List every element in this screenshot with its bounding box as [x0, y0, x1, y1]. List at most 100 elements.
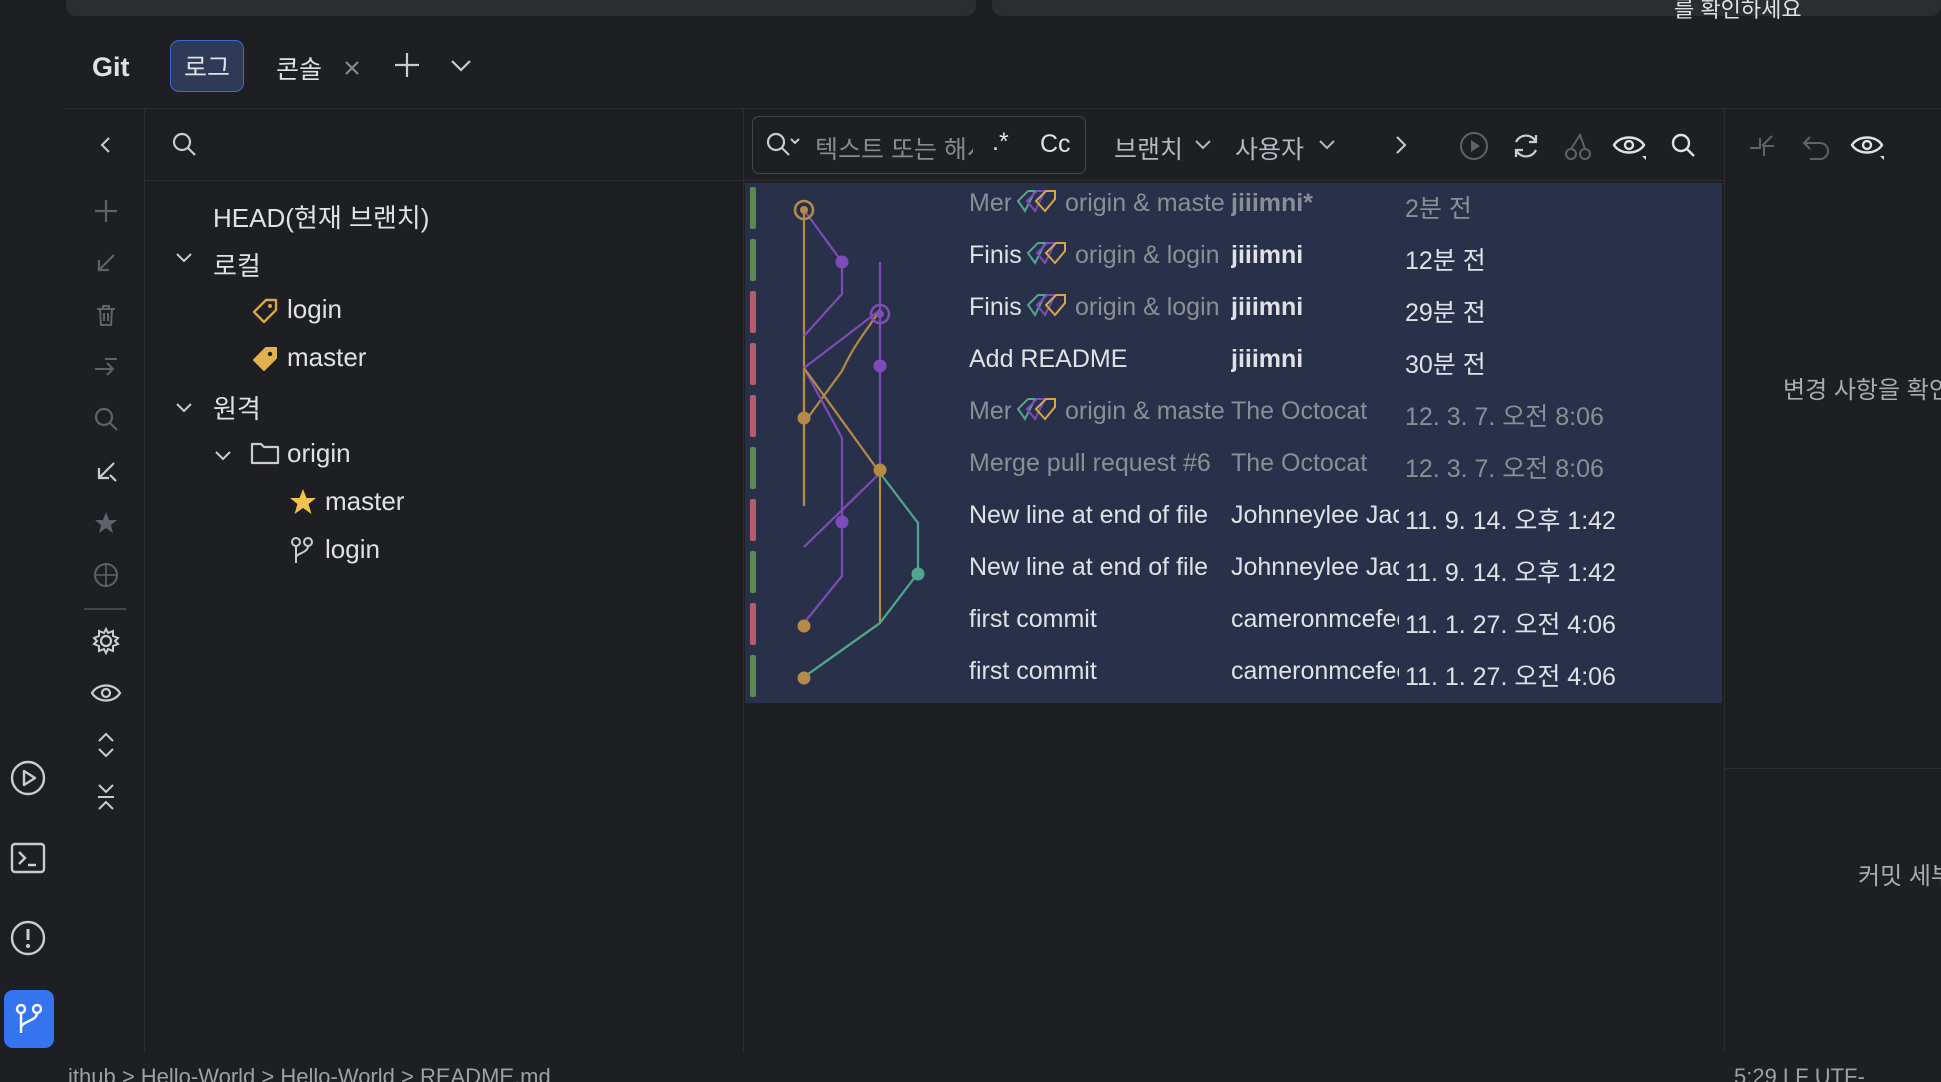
tab-log-label: 로그: [183, 54, 230, 82]
commit-message: Merge: [969, 397, 1011, 425]
chevron-down-icon[interactable]: [448, 56, 474, 76]
tag-outline-icon: [250, 296, 280, 326]
commit-graph: [793, 199, 925, 685]
compare-icon[interactable]: [88, 349, 124, 385]
settings-gear-icon[interactable]: [88, 623, 124, 659]
commit-author: jiiimni: [1231, 293, 1304, 321]
tree-local-group[interactable]: 로컬: [213, 246, 261, 283]
status-right-info[interactable]: 5:29 LF UTF-: [1734, 1064, 1865, 1082]
add-tab-icon[interactable]: [392, 50, 422, 80]
tab-console-label: 콘솔: [276, 56, 323, 84]
commit-author: Johnneylee Jack: [1231, 501, 1399, 529]
log-search-icon[interactable]: [1668, 130, 1698, 160]
more-filters-chevron-icon[interactable]: [1392, 134, 1410, 156]
collapse-left-icon[interactable]: [88, 127, 124, 163]
user-filter[interactable]: 사용자: [1235, 130, 1304, 166]
commit-details-panel: [1724, 108, 1941, 1052]
git-branch-icon: [15, 1003, 43, 1033]
branch-icon: [288, 535, 316, 565]
run-tool-button[interactable]: [4, 754, 52, 802]
chevron-down-icon[interactable]: [1317, 137, 1337, 153]
commit-date: 11. 1. 27. 오전 4:06: [1405, 611, 1616, 639]
commit-date: 29분 전: [1405, 299, 1486, 327]
status-breadcrumb[interactable]: ithub > Hello-World > Hello-World > READ…: [68, 1064, 788, 1082]
commit-date: 12. 3. 7. 오전 8:06: [1405, 403, 1604, 431]
commit-date: 11. 1. 27. 오전 4:06: [1405, 663, 1616, 691]
tab-console[interactable]: 콘솔: [276, 50, 322, 86]
close-tab-icon[interactable]: [342, 58, 362, 78]
tab-log[interactable]: 로그: [170, 40, 244, 92]
tag-filled-icon: [250, 344, 280, 374]
match-case-toggle[interactable]: Cc: [1040, 130, 1071, 159]
ref-tags-icon: [1026, 294, 1066, 317]
commit-message: first commit: [969, 657, 1097, 685]
terminal-icon: [10, 842, 46, 874]
play-icon[interactable]: [1458, 130, 1490, 162]
ref-tags-icon: [1016, 398, 1056, 421]
search-icon[interactable]: [88, 401, 124, 437]
add-branch-icon[interactable]: [88, 193, 124, 229]
tree-head[interactable]: HEAD(현재 브랜치): [213, 198, 429, 235]
commit-author: cameronmcefee: [1231, 605, 1399, 633]
navigate-icon[interactable]: [88, 557, 124, 593]
panel-title: Git: [92, 52, 130, 82]
commit-message: New line at end of file: [969, 553, 1209, 581]
refresh-icon[interactable]: [1510, 130, 1542, 162]
problems-icon: [10, 920, 46, 956]
details-eye-icon[interactable]: [1850, 130, 1886, 162]
commit-message: Merge: [969, 189, 1011, 217]
chevron-down-icon[interactable]: [174, 400, 194, 416]
commit-date: 11. 9. 14. 오후 1:42: [1405, 507, 1616, 535]
commit-refs: origin & master: [1065, 189, 1226, 217]
eye-icon[interactable]: [88, 675, 124, 711]
fetch-icon[interactable]: [88, 453, 124, 489]
branch-filter[interactable]: 브랜치: [1114, 130, 1183, 166]
tree-remote-master[interactable]: master: [325, 486, 404, 517]
terminal-tool-button[interactable]: [4, 834, 52, 882]
tree-remote-origin[interactable]: origin: [287, 438, 351, 469]
update-icon[interactable]: [88, 245, 124, 281]
toolbar-divider: [84, 608, 126, 610]
commit-details-placeholder-text: 커밋 세부: [1858, 863, 1941, 890]
eye-options-icon[interactable]: [1612, 130, 1648, 162]
commit-date: 30분 전: [1405, 351, 1486, 379]
star-icon: [288, 487, 318, 517]
tree-remote-group[interactable]: 원격: [213, 389, 261, 426]
editor-tab-area[interactable]: [66, 0, 976, 16]
undo-icon[interactable]: [1800, 132, 1832, 162]
ref-tags-icon: [1026, 242, 1066, 265]
favorite-star-icon[interactable]: [88, 505, 124, 541]
chevron-down-icon[interactable]: [174, 250, 194, 266]
commit-date: 11. 9. 14. 오후 1:42: [1405, 559, 1616, 587]
log-search-placeholder[interactable]: 텍스트 또는 해시: [815, 130, 973, 166]
outer-tool-bar: [0, 22, 66, 1057]
run-icon: [10, 760, 46, 796]
commit-author: The Octocat: [1231, 397, 1368, 425]
commit-message: Merge pull request #6: [969, 449, 1211, 477]
chevron-down-icon[interactable]: [213, 448, 233, 464]
commit-message: New line at end of file: [969, 501, 1209, 529]
tree-local-master[interactable]: master: [287, 342, 366, 373]
git-tool-button[interactable]: [4, 990, 54, 1048]
delete-icon[interactable]: [88, 297, 124, 333]
regex-toggle[interactable]: .*: [992, 128, 1009, 157]
commit-author: cameronmcefee: [1231, 657, 1399, 685]
expand-all-icon[interactable]: [88, 727, 124, 763]
commit-author: jiiimni: [1231, 345, 1304, 373]
tree-remote-login[interactable]: login: [325, 534, 380, 565]
commit-author: Johnneylee Jack: [1231, 553, 1399, 581]
search-options-icon[interactable]: [764, 130, 800, 160]
problems-tool-button[interactable]: [4, 914, 52, 962]
commit-date: 2분 전: [1405, 195, 1472, 223]
branch-search-bar[interactable]: [145, 108, 743, 181]
tree-local-login[interactable]: login: [287, 294, 342, 325]
commit-message: Finish: [969, 241, 1021, 269]
collapse-arrows-icon[interactable]: [1746, 132, 1778, 162]
collapse-all-icon[interactable]: [88, 779, 124, 815]
commit-refs: origin & master: [1065, 397, 1226, 425]
commit-message: Finish: [969, 293, 1021, 321]
cherry-pick-icon[interactable]: [1562, 130, 1594, 162]
chevron-down-icon[interactable]: [1193, 137, 1213, 153]
commit-message: first commit: [969, 605, 1097, 633]
ref-tags-icon: [1016, 190, 1056, 213]
